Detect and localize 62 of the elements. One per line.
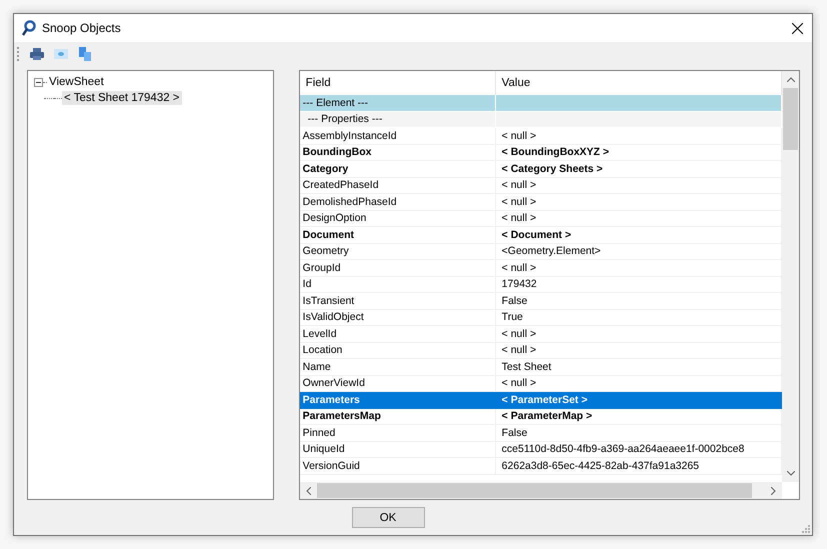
copy-icon: [77, 46, 93, 62]
table-row[interactable]: Location < null >: [300, 342, 782, 360]
field-name: Location: [300, 342, 496, 358]
table-row[interactable]: Document < Document >: [300, 227, 782, 244]
field-name: Category: [300, 161, 496, 177]
table-row[interactable]: UniqueId cce5110d-8d50-4fb9-a369-aa264aeaee1f-0002bce8: [300, 442, 782, 458]
table-row[interactable]: BoundingBox < BoundingBoxXYZ >: [300, 144, 782, 162]
scrollbar-thumb[interactable]: [316, 483, 752, 498]
field-name: --- Properties ---: [300, 112, 496, 128]
field-name: ParametersMap: [300, 408, 496, 424]
table-row[interactable]: IsValidObject True: [300, 310, 782, 326]
toolbar-button[interactable]: [77, 46, 93, 62]
close-icon: [792, 22, 802, 34]
field-name: Document: [300, 227, 496, 243]
field-name: IsTransient: [300, 293, 496, 309]
field-name: LevelId: [300, 326, 496, 342]
table-row[interactable]: Pinned False: [300, 425, 782, 442]
tree-item[interactable]: < Test Sheet 179432 >: [62, 91, 182, 106]
table-row[interactable]: Category < Category Sheets >: [300, 161, 782, 178]
field-name: DesignOption: [300, 210, 496, 226]
table-row[interactable]: DemolishedPhaseId < null >: [300, 194, 782, 211]
horizontal-scrollbar[interactable]: [300, 482, 782, 500]
toolbar-button[interactable]: [29, 46, 45, 62]
field-name: --- Element ---: [300, 95, 496, 111]
table-row[interactable]: Geometry <Geometry.Element>: [300, 244, 782, 260]
table-row[interactable]: OwnerViewId < null >: [300, 376, 782, 392]
field-name: Name: [300, 359, 496, 375]
resize-grip-icon[interactable]: [802, 525, 810, 533]
table-row[interactable]: CreatedPhaseId < null >: [300, 178, 782, 194]
field-name: Parameters: [300, 392, 496, 408]
field-name: Pinned: [300, 425, 496, 441]
field-name: DemolishedPhaseId: [300, 194, 496, 210]
table-row[interactable]: --- Properties ---: [300, 112, 782, 128]
ok-button[interactable]: OK: [352, 507, 424, 528]
tree-item[interactable]: ViewSheet: [47, 75, 106, 90]
app-icon: [22, 20, 36, 36]
table-row[interactable]: IsTransient False: [300, 293, 782, 310]
window-title: Snoop Objects: [42, 21, 122, 35]
field-name: OwnerViewId: [300, 376, 496, 392]
collapse-icon[interactable]: [34, 78, 43, 87]
field-name: VersionGuid: [300, 458, 496, 474]
field-name: UniqueId: [300, 442, 496, 458]
scrollbar-thumb[interactable]: [783, 88, 798, 150]
field-name: CreatedPhaseId: [300, 178, 496, 194]
table-row[interactable]: GroupId < null >: [300, 260, 782, 277]
field-name: AssemblyInstanceId: [300, 128, 496, 144]
field-name: GroupId: [300, 260, 496, 276]
table-row[interactable]: Parameters < ParameterSet >: [300, 392, 782, 409]
field-name: BoundingBox: [300, 144, 496, 160]
field-name: Geometry: [300, 244, 496, 260]
vertical-scrollbar[interactable]: [782, 71, 799, 482]
table-row[interactable]: Name Test Sheet: [300, 359, 782, 376]
table-row[interactable]: --- Element ---: [300, 95, 782, 112]
table-row[interactable]: Id 179432: [300, 276, 782, 294]
printer-icon: [29, 46, 45, 62]
field-name: Id: [300, 276, 496, 292]
field-name: IsValidObject: [300, 310, 496, 326]
table-row[interactable]: VersionGuid 6262a3d8-65ec-4425-82ab-437fa91a3265: [300, 458, 782, 475]
table-row[interactable]: AssemblyInstanceId < null >: [300, 128, 782, 145]
table-row[interactable]: DesignOption < null >: [300, 210, 782, 228]
table-row[interactable]: LevelId < null >: [300, 326, 782, 343]
table-row[interactable]: ParametersMap < ParameterMap >: [300, 408, 782, 426]
